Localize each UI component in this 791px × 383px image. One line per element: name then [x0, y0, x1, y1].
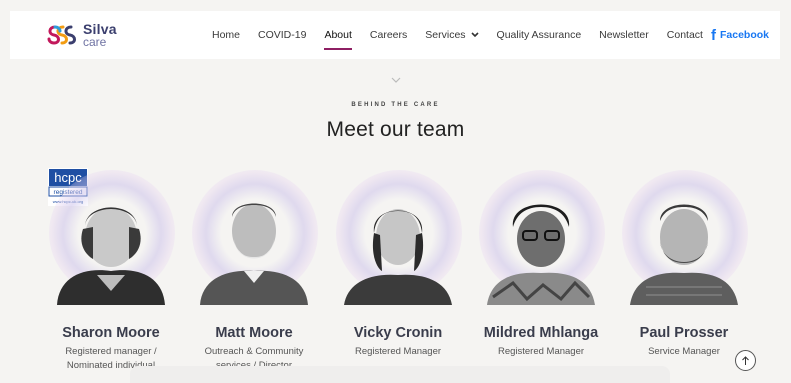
nav-covid-19[interactable]: COVID-19 — [258, 11, 306, 59]
team-member-role: Registered Manager — [469, 345, 613, 359]
nav-services[interactable]: Services — [425, 11, 479, 59]
scroll-to-top-button[interactable] — [735, 350, 756, 371]
nav-home[interactable]: Home — [212, 11, 240, 59]
team-member-card: Paul Prosser Service Manager — [612, 165, 756, 359]
team-member-name: Sharon Moore — [62, 325, 160, 341]
chevron-down-icon — [470, 31, 479, 40]
portrait — [326, 165, 470, 307]
team-member-card: Matt Moore Outreach & Community services… — [182, 165, 326, 373]
team-member-role-line: Registered Manager — [354, 346, 442, 357]
nav-quality-assurance[interactable]: Quality Assurance — [497, 11, 582, 59]
team-member-role-line: Registered Manager — [497, 346, 585, 357]
nav-about[interactable]: About — [324, 11, 353, 59]
team-member-card: Sharon Moore Registered manager / Nomina… — [39, 165, 183, 373]
bottom-panel — [130, 366, 670, 383]
logo-mark-icon — [47, 25, 76, 45]
team-member-card: Mildred Mhlanga Registered Manager — [469, 165, 613, 359]
facebook-icon: f — [711, 26, 716, 44]
team-member-role: Registered Manager — [326, 345, 470, 359]
team-member-role-line: Registered manager / — [65, 346, 157, 357]
section-title: Meet our team — [326, 118, 465, 141]
team-member-name: Paul Prosser — [639, 325, 729, 341]
nav-services-label: Services — [425, 29, 466, 41]
silva-care-logo[interactable]: Silva care — [46, 20, 117, 50]
team-member-photo — [487, 204, 595, 305]
logo-text-care: care — [83, 35, 107, 49]
portrait — [469, 165, 613, 307]
team-member-name: Matt Moore — [215, 325, 293, 341]
team-member-name: Vicky Cronin — [353, 325, 443, 341]
section-eyebrow: BEHIND THE CARE — [351, 102, 440, 108]
nav-careers[interactable]: Careers — [370, 11, 407, 59]
main-nav: Home COVID-19 About Careers Services Qua… — [212, 11, 721, 59]
team-member-photo — [630, 204, 738, 305]
team-member-name: Mildred Mhlanga — [483, 325, 599, 341]
portrait — [182, 165, 326, 307]
portrait — [612, 165, 756, 307]
team-member-card: Vicky Cronin Registered Manager — [326, 165, 470, 359]
nav-contact[interactable]: Contact — [667, 11, 703, 59]
nav-newsletter[interactable]: Newsletter — [599, 11, 649, 59]
site-header: Silva care Home COVID-19 About Careers S… — [10, 11, 780, 59]
arrow-up-icon — [742, 355, 749, 365]
team-member-photo — [344, 209, 452, 305]
team-member-photo — [57, 207, 165, 305]
scroll-down-chevron-icon — [391, 77, 401, 83]
portrait — [39, 165, 183, 307]
facebook-link[interactable]: f Facebook — [711, 11, 769, 59]
facebook-label: Facebook — [720, 29, 770, 41]
team-member-photo — [200, 203, 308, 305]
team-member-role-line: Outreach & Community — [204, 346, 304, 357]
logo-text-silva: Silva — [83, 21, 117, 37]
